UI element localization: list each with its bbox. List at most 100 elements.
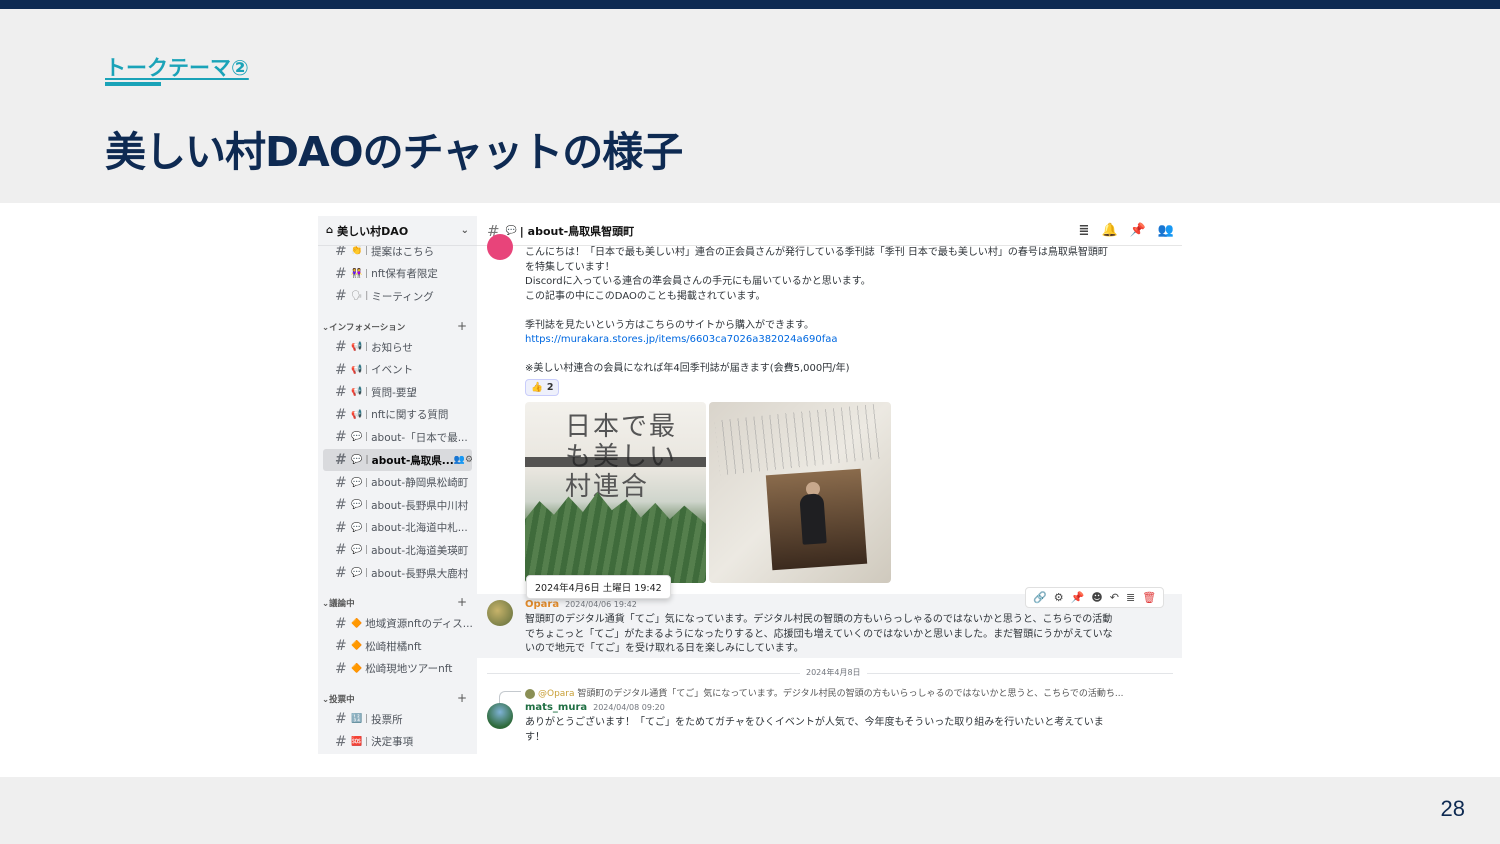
chevron-down-icon[interactable]: ⌄	[461, 225, 469, 236]
message-line: を特集しています！	[525, 261, 615, 273]
threads-icon[interactable]: ≣	[1079, 223, 1090, 238]
channel-category[interactable]: ⌄ インフォメーション +	[318, 314, 477, 336]
server-header[interactable]: ⌂ 美しい村DAO ⌄	[318, 216, 477, 246]
channel-settings-icon[interactable]: 👥⚙	[454, 455, 472, 465]
reply-icon[interactable]: ↶	[1110, 591, 1119, 604]
sidebar-channel-item[interactable]: # 💬 | about-長野県大鹿村	[323, 562, 472, 585]
thread-icon[interactable]: ≣	[1126, 591, 1135, 604]
sidebar-channel-item[interactable]: # 🆘 | 決定事項	[323, 731, 472, 754]
members-icon[interactable]: 👥	[1158, 223, 1174, 238]
channel-label: 地域資源nftのディス...	[365, 618, 472, 631]
pin-icon[interactable]: 📌	[1130, 223, 1146, 238]
channel-emoji: 👭 |	[351, 268, 369, 279]
channel-emoji: 🔢 |	[351, 714, 369, 725]
channel-emoji: 📢 |	[351, 364, 369, 375]
channel-label: about-北海道美瑛町	[371, 544, 469, 557]
channel-emoji: 🔶	[351, 618, 363, 629]
page-number: 28	[1440, 796, 1465, 821]
sidebar-channel-item[interactable]: # 🔶 松崎柑橘nft	[323, 635, 472, 658]
emoji-icon[interactable]: ☻	[1091, 591, 1102, 604]
channel-label: 決定事項	[371, 736, 414, 749]
sidebar-channel-item[interactable]: # 💬 | about-北海道中札...	[323, 517, 472, 540]
server-icon: ⌂	[326, 225, 334, 236]
avatar[interactable]	[487, 703, 513, 729]
sidebar-channel-item[interactable]: # 🔢 | 投票所	[323, 708, 472, 731]
header-toolbar: ≣ 🔔 📌 👥	[1079, 223, 1182, 238]
channel-label: nft保有者限定	[371, 268, 438, 281]
hash-icon: #	[335, 429, 347, 446]
sidebar-channel-item[interactable]: # 📢 | イベント	[323, 358, 472, 381]
channel-emoji: 🗣 |	[351, 291, 369, 302]
sidebar-channel-item[interactable]: # 💬 | about-静岡県松崎町	[323, 471, 472, 494]
delete-icon[interactable]: 🗑	[1142, 591, 1156, 604]
add-channel-icon[interactable]: +	[457, 595, 467, 609]
channel-emoji: 📢 |	[351, 342, 369, 353]
channel-label: 投票所	[371, 713, 403, 726]
sidebar-channel-item[interactable]: # 💬 | about-「日本で最...	[323, 426, 472, 449]
reply-text: 智頭町のデジタル通貨「てご」気になっています。デジタル村民の智頭の方もいらっしゃ…	[574, 689, 1124, 699]
sidebar-channel-item[interactable]: # 📢 | nftに関する質問	[323, 404, 472, 427]
channel-emoji: 💬 |	[351, 568, 369, 579]
sidebar-channel-item[interactable]: # 🗣 | ミーティング	[323, 285, 472, 308]
hash-icon: #	[335, 288, 347, 305]
pin-icon[interactable]: 📌	[1071, 591, 1085, 604]
sidebar-channel-item[interactable]: # 📢 | お知らせ	[323, 336, 472, 359]
reaction-count: 2	[546, 382, 554, 393]
channel-label: 質問-要望	[371, 386, 417, 399]
sidebar-channel-item[interactable]: # 💬 | about-北海道美瑛町	[323, 539, 472, 562]
author-name[interactable]: Opara	[525, 599, 559, 610]
channel-emoji: 👏 |	[351, 246, 369, 257]
sidebar-channel-item[interactable]: # 💬 | about-長野県中川村	[323, 494, 472, 517]
message-body: こんにちは！「日本で最も美しい村」連合の正会員さんが発行している季刊誌「季刊 日…	[525, 246, 1155, 377]
channel-label: about-静岡県松崎町	[371, 477, 469, 490]
channel-label: about-「日本で最...	[371, 431, 468, 444]
sidebar-channel-item[interactable]: # 👭 | nft保有者限定	[323, 263, 472, 286]
channel-category[interactable]: ⌄ 議論中 +	[318, 590, 477, 612]
channel-header-name: | about-鳥取県智頭町	[519, 224, 635, 238]
discord-screenshot: ⌂ 美しい村DAO ⌄ # 👏 | 提案はこちら # 👭 | nft保有者限定 # 🗣 | ミー…	[318, 216, 1182, 754]
magazine-article-image[interactable]	[709, 402, 891, 583]
magazine-cover-image[interactable]: 日本で最も美しい村連合	[525, 402, 706, 583]
store-link[interactable]: https://murakara.stores.jp/items/6603ca7…	[525, 333, 1155, 348]
channel-label: about-北海道中札...	[371, 522, 468, 535]
channel-emoji: 🔶	[351, 663, 363, 674]
channel-emoji: 🆘 |	[351, 736, 369, 747]
author-name[interactable]: mats_mura	[525, 702, 587, 713]
channel-label: イベント	[371, 364, 414, 377]
reply-reference[interactable]: @Opara 智頭町のデジタル通貨「てご」気になっています。デジタル村民の智頭の…	[525, 686, 1155, 699]
hash-icon: #	[335, 660, 347, 677]
bell-icon[interactable]: 🔔	[1101, 223, 1117, 238]
hash-icon: #	[335, 406, 347, 423]
hash-icon: #	[335, 361, 347, 378]
sidebar-channel-item[interactable]: # 🔶 地域資源nftのディス...	[323, 612, 472, 635]
message-line: す！	[525, 731, 545, 743]
hash-icon: #	[335, 638, 347, 655]
hash-icon: #	[335, 497, 347, 514]
channel-label: about-長野県大鹿村	[371, 567, 469, 580]
message-line: この記事の中にこのDAOのことも掲載されています。	[525, 290, 766, 302]
app-icon[interactable]: ⚙	[1054, 591, 1064, 604]
sidebar-channel-item[interactable]: # 🔶 松崎現地ツアーnft	[323, 658, 472, 681]
message-line: ありがとうございます！「てご」をためてガチャをひくイベントが人気で、今年度もそう…	[525, 717, 1104, 728]
hash-icon: #	[335, 542, 347, 559]
eyebrow-underline	[105, 82, 161, 86]
message-body: 智頭町のデジタル通貨「てご」気になっています。デジタル村民の智頭の方もいらっしゃ…	[525, 613, 1155, 657]
channel-header: # 💬 | about-鳥取県智頭町 ≣ 🔔 📌 👥	[477, 216, 1182, 246]
add-channel-icon[interactable]: +	[457, 319, 467, 333]
channel-category[interactable]: ⌄ 投票中 +	[318, 686, 477, 708]
reaction-button[interactable]: 👍 2	[525, 379, 560, 396]
message-note: ※美しい村連合の会員になれば年4回季刊誌が届きます(会費5,000円/年)	[525, 363, 850, 374]
avatar[interactable]	[487, 600, 513, 626]
sidebar-channel-item[interactable]: # 💬 | about-鳥取県... 👥⚙	[323, 448, 472, 472]
channel-emoji: 💬 |	[351, 477, 369, 488]
message-line: Discordに入っている連合の準会員さんの手元にも届いているかと思います。	[525, 276, 871, 287]
message-body: ありがとうございます！「てご」をためてガチャをひくイベントが人気で、今年度もそう…	[525, 716, 1155, 745]
link-icon[interactable]: 🔗	[1033, 591, 1047, 604]
sidebar-channel-item[interactable]: # 📢 | 質問-要望	[323, 381, 472, 404]
chat-main: # 💬 | about-鳥取県智頭町 ≣ 🔔 📌 👥 こんにちは！「日本で最も美…	[477, 216, 1182, 754]
message-time: 2024/04/08 09:20	[593, 703, 665, 712]
add-channel-icon[interactable]: +	[457, 691, 467, 705]
message-line	[525, 304, 1155, 319]
avatar[interactable]	[487, 234, 513, 260]
channel-emoji: 💬 |	[351, 455, 369, 466]
